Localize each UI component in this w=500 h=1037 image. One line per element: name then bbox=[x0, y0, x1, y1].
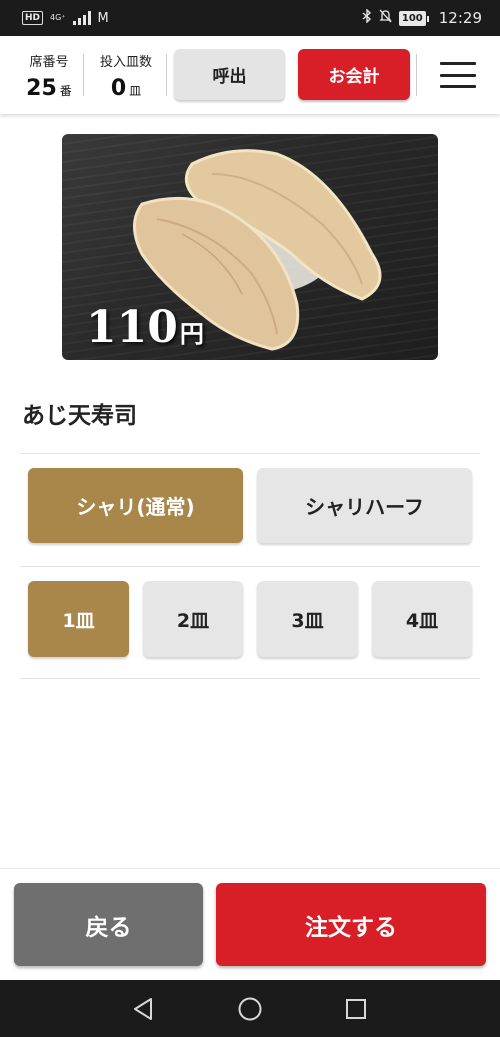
price-label: 110円 bbox=[86, 302, 204, 353]
price-currency: 円 bbox=[179, 319, 204, 348]
mute-bell-icon bbox=[379, 9, 392, 27]
status-bar: HD 4G⁺ M 100 12:29 bbox=[0, 0, 500, 36]
status-right: 100 12:29 bbox=[362, 8, 482, 27]
triangle-back-icon[interactable] bbox=[113, 980, 173, 1037]
status-left: HD 4G⁺ M bbox=[22, 11, 109, 26]
square-recents-icon[interactable] bbox=[326, 980, 386, 1037]
system-nav-bar bbox=[0, 980, 500, 1037]
circle-home-icon[interactable] bbox=[220, 980, 280, 1037]
price-amount: 110 bbox=[86, 302, 178, 353]
seat-value: 25 番 bbox=[14, 76, 84, 101]
hd-badge: HD bbox=[22, 11, 44, 25]
checkout-button[interactable]: お会計 bbox=[298, 49, 410, 100]
rice-option-half[interactable]: シャリハーフ bbox=[257, 468, 472, 543]
rice-option-normal[interactable]: シャリ(通常) bbox=[28, 468, 243, 543]
header-divider bbox=[416, 54, 417, 96]
seat-number: 25 bbox=[26, 76, 57, 101]
app-header: 席番号 25 番 投入皿数 0皿 呼出 お会計 bbox=[0, 36, 500, 114]
divider bbox=[20, 566, 480, 567]
signal-icon bbox=[72, 11, 91, 25]
bluetooth-icon bbox=[362, 8, 372, 27]
plates-unit: 皿 bbox=[129, 84, 142, 98]
quantity-option-3[interactable]: 3皿 bbox=[257, 581, 358, 657]
plates-label: 投入皿数 bbox=[99, 55, 152, 70]
quantity-option-1[interactable]: 1皿 bbox=[28, 581, 129, 657]
order-button[interactable]: 注文する bbox=[216, 883, 486, 966]
seat-label: 席番号 bbox=[29, 55, 69, 70]
divider bbox=[20, 678, 480, 679]
plates-value: 0皿 bbox=[90, 76, 162, 101]
gmail-icon: M bbox=[97, 10, 109, 26]
quantity-option-2[interactable]: 2皿 bbox=[143, 581, 243, 657]
hamburger-icon[interactable] bbox=[440, 62, 476, 88]
divider bbox=[20, 453, 480, 454]
battery-icon: 100 bbox=[398, 10, 429, 26]
back-button[interactable]: 戻る bbox=[14, 883, 203, 966]
network-type: 4G⁺ bbox=[50, 13, 66, 22]
header-divider bbox=[83, 54, 84, 96]
product-image: 110円 bbox=[62, 134, 438, 360]
seat-number-display: 席番号 25 番 bbox=[14, 36, 84, 114]
footer-divider bbox=[0, 868, 500, 869]
quantity-option-4[interactable]: 4皿 bbox=[372, 581, 472, 657]
clock: 12:29 bbox=[438, 9, 482, 27]
call-staff-button[interactable]: 呼出 bbox=[174, 49, 285, 100]
plates-count: 0 bbox=[110, 76, 127, 101]
product-name: あじ天寿司 bbox=[22, 403, 137, 429]
seat-unit: 番 bbox=[59, 84, 72, 98]
header-divider bbox=[166, 54, 167, 96]
plate-count-display: 投入皿数 0皿 bbox=[90, 36, 162, 114]
